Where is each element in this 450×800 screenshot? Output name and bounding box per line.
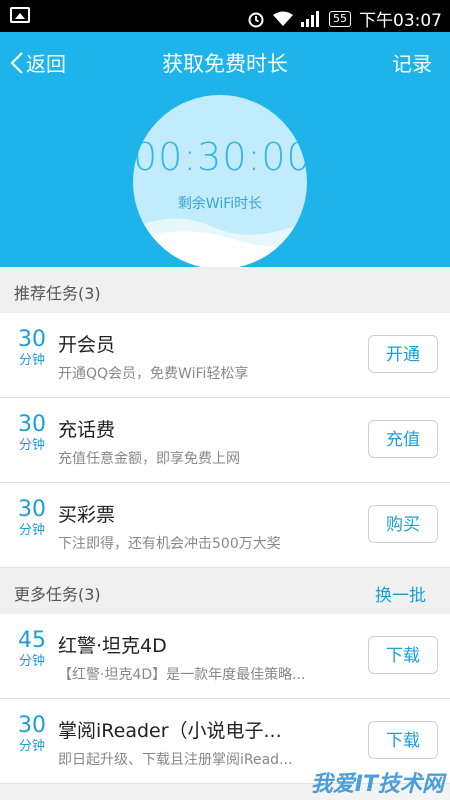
task-description: 即日起升级、下载且注册掌阅iRead...	[58, 752, 293, 768]
download-button[interactable]: 下载	[368, 721, 438, 759]
minutes-value: 30	[18, 327, 46, 352]
remaining-time-caption: 剩余WiFi时长	[177, 196, 263, 212]
task-description: 下注即得，还有机会冲击500万大奖	[58, 536, 281, 552]
task-name: 红警·坦克4D	[58, 635, 167, 657]
minutes-value: 30	[18, 713, 46, 738]
section-label: 更多任务(3)	[14, 585, 101, 604]
time-dial: 00:30:00 剩余WiFi时长	[133, 95, 307, 267]
task-name: 掌阅iReader（小说电子...	[58, 720, 282, 742]
task-description: 开通QQ会员，免费WiFi轻松享	[58, 366, 249, 382]
task-name: 买彩票	[58, 504, 116, 526]
task-description: 充值任意金额，即享免费上网	[58, 451, 240, 467]
clock: 下午03:07	[359, 11, 442, 31]
refresh-batch-button[interactable]: 换一批	[375, 581, 426, 606]
task-item: 30 分钟 开会员 开通QQ会员，免费WiFi轻松享 开通	[0, 313, 450, 398]
minutes-unit: 分钟	[18, 523, 45, 538]
download-button[interactable]: 下载	[368, 636, 438, 674]
open-membership-button[interactable]: 开通	[368, 335, 438, 373]
task-name: 开会员	[58, 334, 116, 356]
task-minutes: 45 分钟	[14, 628, 50, 670]
section-recommended: 推荐任务(3)	[0, 267, 450, 313]
page-title: 获取免费时长	[162, 52, 288, 76]
minutes-unit: 分钟	[18, 654, 45, 669]
status-bar: 55 下午03:07	[0, 0, 450, 32]
header: 返回 获取免费时长 记录 00:30:00 剩余WiFi时长	[0, 32, 450, 267]
status-icons: 55 下午03:07	[247, 6, 442, 31]
minutes-value: 45	[18, 628, 46, 653]
task-minutes: 30 分钟	[14, 412, 50, 454]
task-minutes: 30 分钟	[14, 497, 50, 539]
minutes-unit: 分钟	[18, 739, 45, 754]
minutes-unit: 分钟	[18, 438, 45, 453]
minutes-value: 30	[18, 497, 46, 522]
recharge-button[interactable]: 充值	[368, 420, 438, 458]
task-minutes: 30 分钟	[14, 327, 50, 369]
task-item: 45 分钟 红警·坦克4D 【红警·坦克4D】是一款年度最佳策略... 下载	[0, 614, 450, 699]
section-label: 推荐任务(3)	[14, 284, 101, 303]
task-description: 【红警·坦克4D】是一款年度最佳策略...	[58, 667, 306, 683]
alarm-icon	[248, 12, 264, 27]
record-button[interactable]: 记录	[392, 48, 432, 77]
signal-icon	[301, 10, 319, 27]
task-item: 30 分钟 充话费 充值任意金额，即享免费上网 充值	[0, 398, 450, 483]
task-name: 充话费	[58, 419, 116, 441]
section-more: 更多任务(3) 换一批	[0, 568, 450, 614]
buy-button[interactable]: 购买	[368, 505, 438, 543]
task-minutes: 30 分钟	[14, 713, 50, 755]
battery-indicator: 55	[329, 10, 351, 27]
wifi-icon	[273, 11, 293, 26]
minutes-value: 30	[18, 412, 46, 437]
remaining-time: 00:30:00	[133, 135, 307, 179]
minutes-unit: 分钟	[18, 353, 45, 368]
site-watermark: 我爱IT技术网	[310, 772, 444, 797]
image-notification-icon	[10, 7, 30, 23]
task-item: 30 分钟 买彩票 下注即得，还有机会冲击500万大奖 购买	[0, 483, 450, 568]
